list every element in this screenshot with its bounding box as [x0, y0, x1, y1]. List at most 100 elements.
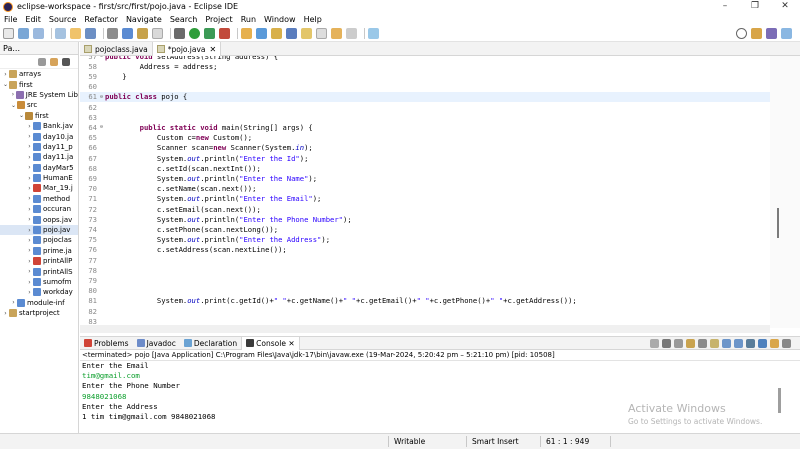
tree-item[interactable]: › arrays	[0, 69, 78, 79]
collapse-arrow-icon[interactable]: ›	[26, 164, 33, 171]
tab-pojoclass-java[interactable]: pojoclass.java	[80, 42, 153, 56]
pin-editor-icon[interactable]	[368, 27, 379, 39]
tree-item[interactable]: › printAllP	[0, 256, 78, 266]
show-on-output-icon[interactable]	[722, 339, 731, 348]
collapse-arrow-icon[interactable]: ›	[26, 227, 33, 234]
code-line[interactable]: 80	[80, 286, 770, 296]
menu-search[interactable]: Search	[170, 15, 197, 24]
terminate-icon[interactable]	[674, 339, 683, 348]
tree-item[interactable]: › module-inf	[0, 298, 78, 308]
code-line[interactable]: 60	[80, 82, 770, 92]
menu-help[interactable]: Help	[304, 15, 322, 24]
collapse-arrow-icon[interactable]: ›	[26, 258, 33, 265]
expand-arrow-icon[interactable]: ⌄	[10, 102, 17, 109]
tree-item[interactable]: › day11_p	[0, 142, 78, 152]
open-type-icon[interactable]	[286, 27, 297, 39]
tree-item[interactable]: ⌄ src	[0, 100, 78, 110]
code-line[interactable]: 77	[80, 255, 770, 265]
open-folder-icon[interactable]	[70, 27, 81, 39]
code-line[interactable]: 67 System.out.println("Enter the Id");	[80, 153, 770, 163]
collapse-arrow-icon[interactable]: ›	[26, 123, 33, 130]
show-on-error-icon[interactable]	[734, 339, 743, 348]
menu-window[interactable]: Window	[264, 15, 296, 24]
debug-icon[interactable]	[122, 27, 133, 39]
tree-item[interactable]: ⌄ first	[0, 79, 78, 89]
pin-console-icon[interactable]	[746, 339, 755, 348]
remove-all-icon[interactable]	[662, 339, 671, 348]
code-line[interactable]: 62	[80, 102, 770, 112]
tree-item[interactable]: › pojo.jav	[0, 224, 78, 236]
tree-item[interactable]: › Mar_19.j	[0, 183, 78, 193]
tree-item[interactable]: › method	[0, 194, 78, 204]
code-line[interactable]: 61 ⊖ public class pojo {	[80, 91, 770, 102]
menu-project[interactable]: Project	[205, 15, 232, 24]
collapse-arrow-icon[interactable]: ›	[2, 310, 9, 317]
code-editor[interactable]: 57 ⊖ public void setAddress(String address…	[80, 56, 770, 328]
tree-item[interactable]: › sumofm	[0, 277, 78, 287]
build-icon[interactable]	[107, 27, 118, 39]
code-line[interactable]: 79	[80, 275, 770, 285]
tab-problems[interactable]: Problems	[80, 337, 133, 350]
collapse-arrow-icon[interactable]: ›	[26, 247, 33, 254]
code-line[interactable]: 82	[80, 306, 770, 316]
search-task-icon[interactable]	[271, 27, 282, 39]
code-line[interactable]: 65 Custom c=new Custom();	[80, 133, 770, 143]
code-line[interactable]: 64 ⊖ public static void main(String[] arg…	[80, 122, 770, 132]
undo-icon[interactable]	[55, 27, 66, 39]
word-wrap-icon[interactable]	[710, 339, 719, 348]
tree-item[interactable]: › pojoclas	[0, 235, 78, 245]
tree-item[interactable]: › JRE System Lib	[0, 90, 78, 100]
view-menu-icon[interactable]	[782, 339, 791, 348]
collapse-arrow-icon[interactable]: ›	[26, 237, 33, 244]
run-icon[interactable]	[189, 27, 200, 39]
code-line[interactable]: 58 Address = address;	[80, 61, 770, 71]
collapse-arrow-icon[interactable]: ›	[26, 175, 33, 182]
new-class-icon[interactable]	[256, 27, 267, 39]
code-line[interactable]: 78	[80, 265, 770, 275]
tree-item[interactable]: › dayMar5	[0, 163, 78, 173]
close-tab-icon[interactable]: ✕	[210, 45, 217, 54]
editor-horizontal-scrollbar[interactable]	[80, 325, 770, 333]
code-line[interactable]: 75 System.out.println("Enter the Address…	[80, 235, 770, 245]
code-line[interactable]: 73 System.out.println("Enter the Phone N…	[80, 214, 770, 224]
tree-item[interactable]: › oops.jav	[0, 214, 78, 224]
remove-launch-icon[interactable]	[650, 339, 659, 348]
tree-item[interactable]: ⌄ first	[0, 111, 78, 121]
annotation-icon[interactable]	[301, 27, 312, 39]
code-line[interactable]: 63	[80, 112, 770, 122]
close-button[interactable]: ✕	[770, 0, 800, 13]
expand-arrow-icon[interactable]: ⌄	[2, 81, 9, 88]
collapse-arrow-icon[interactable]: ›	[10, 299, 17, 306]
collapse-all-icon[interactable]	[38, 57, 46, 66]
collapse-arrow-icon[interactable]: ›	[26, 143, 33, 150]
open-console-icon[interactable]	[770, 339, 779, 348]
external-tools-icon[interactable]	[219, 27, 230, 39]
link-editor-icon[interactable]	[50, 57, 58, 66]
collapse-arrow-icon[interactable]: ›	[26, 268, 33, 275]
forward-icon[interactable]	[346, 27, 357, 39]
code-line[interactable]: 59 }	[80, 71, 770, 81]
code-line[interactable]: 71 System.out.println("Enter the Email")…	[80, 194, 770, 204]
collapse-arrow-icon[interactable]: ›	[10, 91, 16, 98]
collapse-arrow-icon[interactable]: ›	[26, 289, 33, 296]
perspective-icon[interactable]	[751, 28, 762, 39]
scroll-lock-icon[interactable]	[698, 339, 707, 348]
view-menu-icon[interactable]	[62, 57, 70, 66]
collapse-arrow-icon[interactable]: ›	[26, 279, 33, 286]
link-icon[interactable]	[137, 27, 148, 39]
tree-item[interactable]: › day11.ja	[0, 152, 78, 162]
tree-item[interactable]: › occuran	[0, 204, 78, 214]
menu-file[interactable]: File	[4, 15, 17, 24]
menu-source[interactable]: Source	[49, 15, 76, 24]
collapse-arrow-icon[interactable]: ›	[26, 154, 33, 161]
tab-pojo-java[interactable]: *pojo.java ✕	[152, 42, 222, 56]
settings-gear-icon[interactable]	[174, 27, 185, 39]
tree-item[interactable]: › printAllS	[0, 266, 78, 276]
collapse-arrow-icon[interactable]: ›	[26, 206, 33, 213]
next-annotation-icon[interactable]	[316, 27, 327, 39]
code-line[interactable]: 76 c.setAddress(scan.nextLine());	[80, 245, 770, 255]
save-icon[interactable]	[18, 27, 29, 39]
back-icon[interactable]	[331, 27, 342, 39]
tree-item[interactable]: › day10.ja	[0, 131, 78, 141]
terminal-icon[interactable]	[85, 27, 96, 39]
